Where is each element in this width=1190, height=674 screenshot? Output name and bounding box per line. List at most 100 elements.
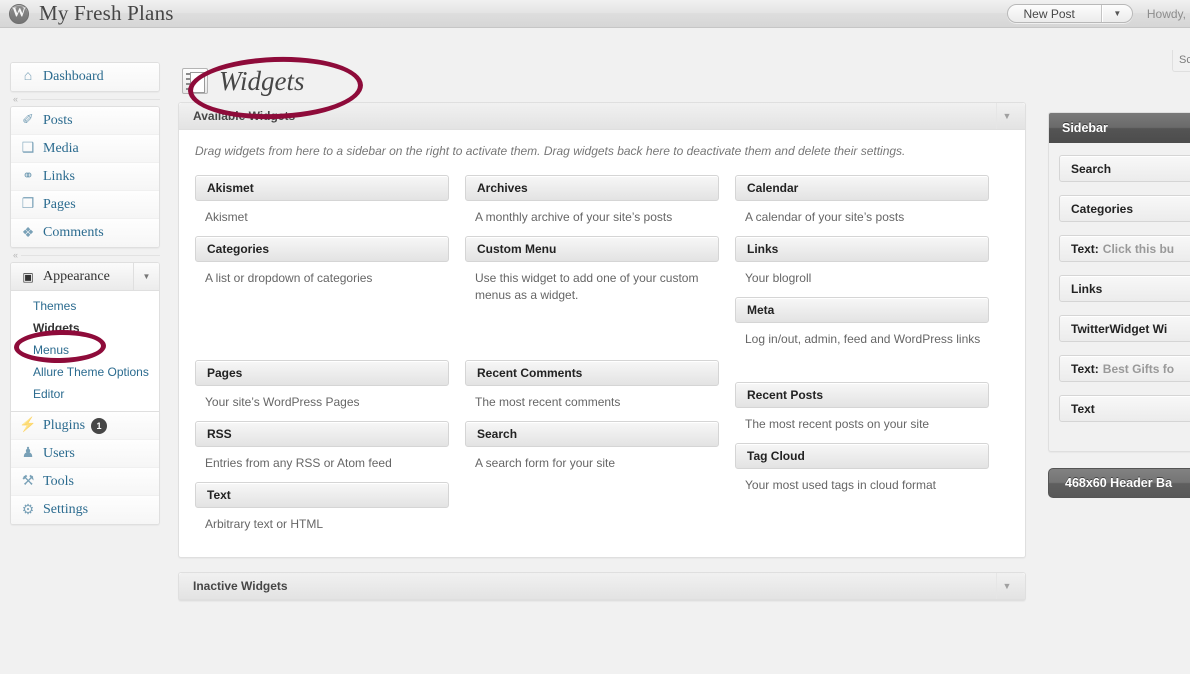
panel-toggle-icon[interactable]: ▼ bbox=[996, 103, 1017, 129]
media-icon: ❑ bbox=[21, 141, 35, 156]
widget-description: A list or dropdown of categories bbox=[205, 271, 373, 285]
submenu-item-menus[interactable]: Menus bbox=[11, 339, 159, 361]
widget-handle[interactable]: Tag Cloud bbox=[735, 443, 989, 469]
wordpress-logo-icon[interactable] bbox=[9, 3, 29, 24]
collapse-icon[interactable]: « bbox=[13, 94, 18, 104]
sidebar-item-pages[interactable]: ❐ Pages bbox=[11, 191, 159, 219]
divider bbox=[21, 254, 160, 256]
inactive-widgets-panel-header: Inactive Widgets ▼ bbox=[179, 573, 1025, 600]
sidebar-item-appearance-header[interactable]: ▣ Appearance ▼ bbox=[11, 263, 159, 291]
new-post-button[interactable]: New Post ▼ bbox=[1006, 4, 1133, 23]
widget-item-calendar: Calendar A calendar of your site’s posts bbox=[735, 175, 989, 226]
widget-description: Akismet bbox=[205, 210, 248, 224]
sidebar-item-plugins[interactable]: ⚡ Plugins 1 bbox=[11, 412, 159, 440]
home-icon: ⌂ bbox=[23, 69, 33, 84]
submenu-item-editor[interactable]: Editor bbox=[11, 383, 159, 405]
admin-sidebar-menu: ⌂ Dashboard « ✐ Posts ❑ Media ⚭ Links ❐ … bbox=[10, 62, 160, 525]
sidebar-widget-twitterwidget[interactable]: TwitterWidget Wi bbox=[1059, 315, 1190, 342]
widget-column-3: Calendar A calendar of your site’s posts… bbox=[735, 175, 989, 504]
widget-area-sidebar: Sidebar Search Categories Text: Click thi… bbox=[1048, 112, 1190, 452]
widget-handle[interactable]: Pages bbox=[195, 360, 449, 386]
submenu-item-themes[interactable]: Themes bbox=[11, 295, 159, 317]
appearance-icon: ▣ bbox=[22, 269, 34, 284]
sidebar-item-label: Tools bbox=[43, 473, 74, 489]
sidebar-item-dashboard[interactable]: ⌂ Dashboard bbox=[11, 63, 159, 91]
sidebar-widget-text[interactable]: Text bbox=[1059, 395, 1190, 422]
sidebar-widget-name: TwitterWidget Wi bbox=[1071, 321, 1168, 336]
plugins-update-badge: 1 bbox=[91, 417, 108, 434]
widget-handle[interactable]: Akismet bbox=[195, 175, 449, 201]
submenu-item-widgets[interactable]: Widgets bbox=[11, 317, 159, 339]
widget-handle[interactable]: Archives bbox=[465, 175, 719, 201]
widget-description: Use this widget to add one of your custo… bbox=[475, 271, 699, 302]
widget-handle[interactable]: Search bbox=[465, 421, 719, 447]
widget-area-header-banner[interactable]: 468x60 Header Ba bbox=[1048, 468, 1190, 498]
sidebar-item-users[interactable]: ♟ Users bbox=[11, 440, 159, 468]
sidebar-item-label: Comments bbox=[43, 225, 104, 240]
widget-item-recent-comments: Recent Comments The most recent comments bbox=[465, 360, 719, 411]
sidebar-widget-name: Text bbox=[1071, 401, 1095, 416]
howdy-greeting: Howdy, bbox=[1146, 6, 1186, 21]
site-title[interactable]: My Fresh Plans bbox=[39, 1, 174, 26]
screen-options-tab[interactable]: Sc bbox=[1172, 50, 1190, 72]
widget-item-rss: RSS Entries from any RSS or Atom feed bbox=[195, 421, 449, 472]
settings-icon: ⚙ bbox=[21, 502, 35, 518]
pages-icon: ❐ bbox=[21, 197, 35, 212]
widget-item-links: Links Your blogroll bbox=[735, 236, 989, 287]
plugin-icon: ⚡ bbox=[19, 418, 37, 433]
divider bbox=[21, 98, 160, 100]
widget-handle[interactable]: Calendar bbox=[735, 175, 989, 201]
widget-handle[interactable]: Text bbox=[195, 482, 449, 508]
widget-area-dropzone[interactable]: Search Categories Text: Click this bu Lin… bbox=[1049, 143, 1190, 451]
sidebar-widget-name: Links bbox=[1071, 281, 1103, 296]
chevron-down-icon[interactable]: ▼ bbox=[133, 263, 159, 290]
panel-toggle-icon[interactable]: ▼ bbox=[996, 573, 1017, 599]
sidebar-widget-search[interactable]: Search bbox=[1059, 155, 1190, 182]
widget-description: Entries from any RSS or Atom feed bbox=[205, 456, 392, 470]
sidebar-item-label: Appearance bbox=[43, 268, 110, 284]
widget-handle[interactable]: Custom Menu bbox=[465, 236, 719, 262]
widget-column-1: Akismet Akismet Categories A list or dro… bbox=[195, 175, 449, 543]
tools-icon: ⚒ bbox=[21, 474, 35, 489]
collapse-icon[interactable]: « bbox=[13, 250, 18, 260]
sidebar-widget-links[interactable]: Links bbox=[1059, 275, 1190, 302]
widget-handle[interactable]: Recent Posts bbox=[735, 382, 989, 408]
sidebar-widget-separator: : bbox=[1094, 361, 1099, 376]
widget-item-search: Search A search form for your site bbox=[465, 421, 719, 472]
admin-bar-right: New Post ▼ Howdy, bbox=[1006, 4, 1190, 23]
widget-handle[interactable]: Recent Comments bbox=[465, 360, 719, 386]
sidebar-item-tools[interactable]: ⚒ Tools bbox=[11, 468, 159, 496]
widget-handle[interactable]: Links bbox=[735, 236, 989, 262]
widget-handle[interactable]: RSS bbox=[195, 421, 449, 447]
sidebar-item-links[interactable]: ⚭ Links bbox=[11, 163, 159, 191]
widget-description: Arbitrary text or HTML bbox=[205, 517, 324, 531]
sidebar-item-media[interactable]: ❑ Media bbox=[11, 135, 159, 163]
submenu-item-allure-theme-options[interactable]: Allure Theme Options bbox=[11, 361, 159, 383]
new-post-label: New Post bbox=[1008, 5, 1102, 22]
sidebar-item-label: Dashboard bbox=[43, 69, 104, 84]
sidebar-widget-categories[interactable]: Categories bbox=[1059, 195, 1190, 222]
widget-handle[interactable]: Categories bbox=[195, 236, 449, 262]
sidebar-item-label: Links bbox=[43, 168, 75, 184]
sidebar-widget-subtitle: Best Gifts fo bbox=[1102, 361, 1175, 376]
widgets-screen-icon bbox=[182, 68, 208, 94]
sidebar-item-posts[interactable]: ✐ Posts bbox=[11, 107, 159, 135]
available-widgets-panel: Available Widgets ▼ Drag widgets from he… bbox=[178, 102, 1026, 558]
sidebar-widget-name: Categories bbox=[1071, 201, 1134, 216]
chevron-down-icon[interactable]: ▼ bbox=[1101, 5, 1132, 22]
sidebar-item-label: Media bbox=[43, 140, 79, 156]
widget-description: Your most used tags in cloud format bbox=[745, 478, 936, 492]
link-icon: ⚭ bbox=[22, 169, 34, 184]
widget-item-text: Text Arbitrary text or HTML bbox=[195, 482, 449, 533]
inactive-widgets-panel: Inactive Widgets ▼ bbox=[178, 572, 1026, 601]
widget-grid: Akismet Akismet Categories A list or dro… bbox=[195, 175, 1009, 543]
sidebar-item-comments[interactable]: ❖ Comments bbox=[11, 219, 159, 247]
pin-icon: ✐ bbox=[22, 113, 34, 128]
sidebar-widget-subtitle: Click this bu bbox=[1102, 241, 1175, 256]
sidebar-widget-text-click-this[interactable]: Text: Click this bu bbox=[1059, 235, 1190, 262]
sidebar-item-settings[interactable]: ⚙ Settings bbox=[11, 496, 159, 524]
sidebar-widget-name: Text bbox=[1071, 361, 1095, 376]
sidebar-widget-text-best-gifts[interactable]: Text: Best Gifts fo bbox=[1059, 355, 1190, 382]
users-icon: ♟ bbox=[21, 446, 35, 461]
widget-handle[interactable]: Meta bbox=[735, 297, 989, 323]
